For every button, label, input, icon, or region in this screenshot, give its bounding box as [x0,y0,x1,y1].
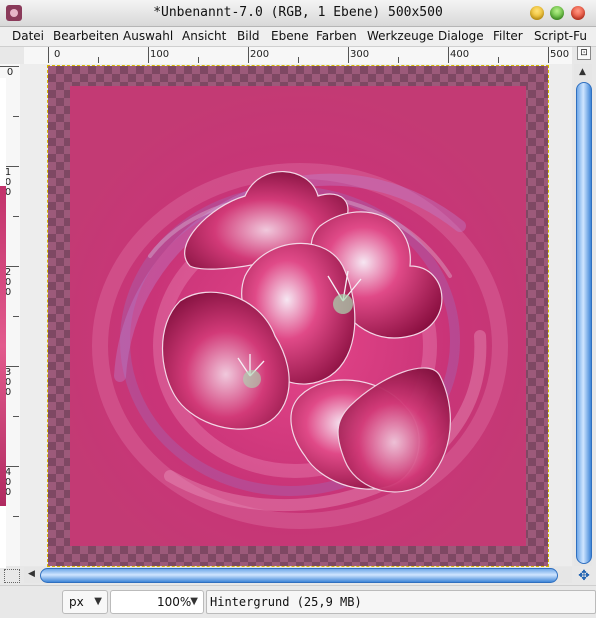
ruler-label: 500 [550,49,570,60]
menu-werkzeuge[interactable]: Werkzeuge [367,29,434,43]
ruler-label: 400 [450,49,470,60]
horizontal-ruler: 0 100 200 300 400 500 [24,47,572,65]
status-bar: px ▼ 100% ▼ Hintergrund (25,9 MB) [0,585,596,618]
menu-script-fu[interactable]: Script-Fu [534,29,587,43]
unit-value: px [69,595,84,609]
ruler-label: 0 [54,49,61,60]
menu-auswahl[interactable]: Auswahl [123,29,173,43]
scroll-up-arrow-icon[interactable]: ▲ [579,67,586,77]
background-window-edge [0,78,6,568]
navigate-cross-icon[interactable]: ✥ [576,568,592,584]
layer-status-text: Hintergrund (25,9 MB) [210,595,362,609]
maximize-button[interactable] [550,6,564,20]
ruler-label: 100 [150,49,170,60]
chevron-down-icon: ▼ [94,596,102,607]
unit-select[interactable]: px ▼ [62,590,108,614]
quick-mask-toggle[interactable] [4,569,20,583]
ruler-label: 300 [350,49,370,60]
zoom-select[interactable]: 100% ▼ [110,590,204,614]
menu-ansicht[interactable]: Ansicht [182,29,226,43]
menu-filter[interactable]: Filter [493,29,523,43]
image-layer [70,86,526,546]
menu-farben[interactable]: Farben [316,29,357,43]
menu-datei[interactable]: Datei [12,29,44,43]
scroll-left-arrow-icon[interactable]: ◀ [28,569,35,579]
zoom-fit-icon[interactable]: ⊡ [577,46,591,60]
horizontal-scrollbar-thumb[interactable] [40,568,558,583]
menu-ebene[interactable]: Ebene [271,29,309,43]
menu-dialoge[interactable]: Dialoge [438,29,484,43]
ruler-label: 0 [6,67,14,78]
minimize-button[interactable] [530,6,544,20]
menu-bar: Datei Bearbeiten Auswahl Ansicht Bild Eb… [0,27,596,47]
ruler-label: 200 [250,49,270,60]
vertical-scrollbar-thumb[interactable] [576,82,592,564]
menu-bild[interactable]: Bild [237,29,260,43]
title-bar: *Unbenannt-7.0 (RGB, 1 Ebene) 500x500 [0,0,596,27]
image-canvas[interactable] [47,65,549,567]
zoom-value: 100% [157,595,192,609]
vertical-scrollbar[interactable]: ▲ [574,64,592,566]
menu-bearbeiten[interactable]: Bearbeiten [53,29,119,43]
horizontal-scrollbar[interactable]: ◀ [24,567,572,583]
close-button[interactable] [571,6,585,20]
flower-artwork [70,86,526,546]
chevron-down-icon: ▼ [190,596,198,607]
window-title: *Unbenannt-7.0 (RGB, 1 Ebene) 500x500 [153,5,443,20]
